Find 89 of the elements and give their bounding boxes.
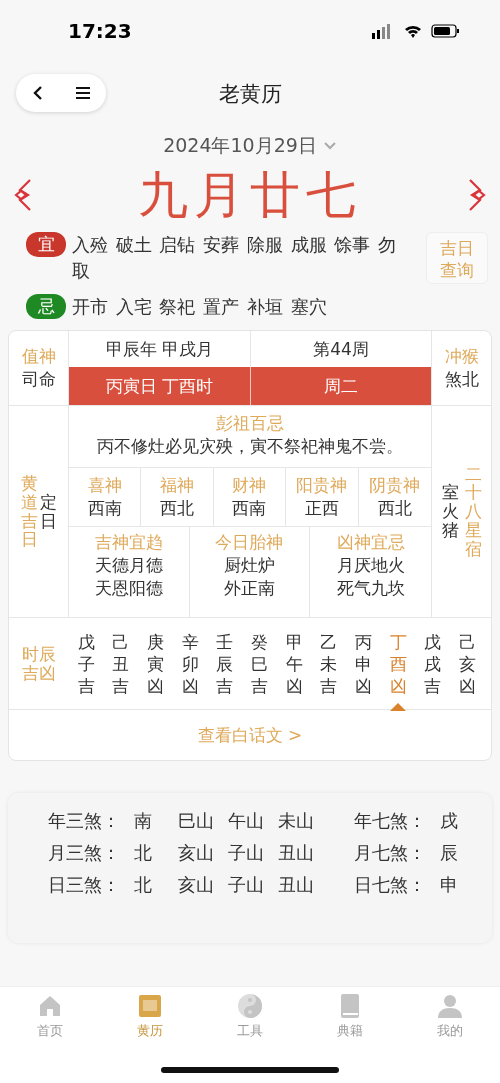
god-direction: 西南 — [87, 497, 122, 520]
box-title: 今日胎神 — [215, 531, 284, 554]
user-icon — [437, 993, 463, 1019]
sha-value: 丑山 — [278, 841, 314, 865]
box-line: 外正南 — [224, 577, 275, 600]
sha-value: 子山 — [228, 841, 264, 865]
menu-icon[interactable] — [76, 87, 90, 99]
sha-value: 丑山 — [278, 873, 314, 897]
seven-sha-label: 日七煞： — [354, 873, 426, 897]
yin-yang-icon — [237, 993, 263, 1019]
hour-column[interactable]: 癸 巳 吉 — [242, 630, 277, 697]
clash-value: 煞北 — [444, 368, 479, 391]
hour-column[interactable]: 己 亥 凶 — [450, 630, 485, 697]
day-hour-cell: 丙寅日 丁酉时 — [69, 367, 250, 405]
sha-value: 未山 — [278, 809, 314, 833]
suitable-activities: 入殓 破土 启钻 安葬 除服 成服 馀事 勿取 — [72, 233, 398, 283]
page-title: 老黄历 — [218, 81, 282, 108]
tab-label: 工具 — [237, 1022, 263, 1040]
hour-column[interactable]: 壬 辰 吉 — [207, 630, 243, 697]
hour-column[interactable]: 乙 未 吉 — [311, 630, 347, 697]
tab-label: 黄历 — [137, 1022, 163, 1040]
tab-label: 典籍 — [337, 1022, 363, 1040]
lunar-date: 九月廿七 — [138, 164, 362, 226]
wifi-icon — [405, 25, 421, 38]
sha-value: 子山 — [228, 873, 264, 897]
calendar-icon — [137, 993, 163, 1019]
seven-sha-value: 辰 — [440, 841, 458, 865]
zhishen-value: 司命 — [21, 368, 56, 391]
sha-value: 北 — [134, 841, 153, 865]
pengzu-text: 丙不修灶必见灾殃，寅不祭祀神鬼不尝。 — [97, 435, 403, 458]
hour-column[interactable]: 戊 戌 吉 — [415, 630, 451, 697]
box-line: 月厌地火 — [336, 554, 405, 577]
tab-label: 首页 — [37, 1022, 63, 1040]
hour-column[interactable]: 己 丑 吉 — [103, 630, 139, 697]
sha-label: 年三煞： — [48, 809, 120, 833]
weekday-cell: 周二 — [250, 367, 431, 405]
avoid-badge: 忌 — [26, 294, 66, 319]
sha-value: 南 — [134, 809, 153, 833]
god-label: 福神 — [160, 474, 195, 497]
zhishen-label: 值神 — [21, 345, 56, 368]
previous-day-icon[interactable] — [14, 178, 34, 212]
mansion-value: 室火猪 — [441, 483, 459, 540]
suitable-badge: 宜 — [26, 232, 66, 257]
box-line: 厨灶炉 — [224, 554, 275, 577]
sha-value: 午山 — [228, 809, 264, 833]
hour-column[interactable]: 戊 子 吉 — [69, 630, 104, 697]
hours-label: 时辰吉凶 — [22, 644, 56, 683]
hour-column[interactable]: 甲 午 凶 — [277, 630, 312, 697]
back-icon[interactable] — [32, 85, 44, 101]
battery-icon — [431, 24, 459, 38]
clash-label: 冲猴 — [444, 345, 479, 368]
box-line: 天德月德 — [94, 554, 163, 577]
god-direction: 西北 — [160, 497, 195, 520]
box-line: 死气九坎 — [336, 577, 405, 600]
seven-sha-label: 月七煞： — [354, 841, 426, 865]
date-picker[interactable]: 2024年10月29日 — [163, 133, 317, 159]
signal-icon — [372, 24, 390, 39]
hour-column[interactable]: 辛 卯 凶 — [173, 630, 208, 697]
god-label: 喜神 — [87, 474, 122, 497]
god-label: 财神 — [232, 474, 267, 497]
sha-value: 亥山 — [178, 873, 214, 897]
god-direction: 西南 — [232, 497, 267, 520]
seven-sha-label: 年七煞： — [354, 809, 426, 833]
huangdao-value: 定日 — [39, 492, 57, 531]
pengzu-title: 彭祖百忌 — [216, 412, 284, 435]
mansion-label: 二十八星宿 — [464, 464, 482, 559]
home-icon — [37, 993, 63, 1019]
box-title: 凶神宜忌 — [336, 531, 405, 554]
box-title: 吉神宜趋 — [94, 531, 163, 554]
sha-value: 巳山 — [178, 809, 214, 833]
tab-label: 我的 — [437, 1022, 463, 1040]
god-label: 阳贵神 — [296, 474, 348, 497]
seven-sha-value: 申 — [440, 873, 458, 897]
god-direction: 正西 — [304, 497, 339, 520]
huangdao-label: 黄道吉日 — [20, 474, 38, 549]
status-time: 17:23 — [68, 19, 132, 43]
sha-label: 月三煞： — [48, 841, 120, 865]
next-day-icon[interactable] — [466, 178, 486, 212]
god-label: 阴贵神 — [369, 474, 421, 497]
hour-column[interactable]: 丙 申 凶 — [346, 630, 381, 697]
seven-sha-value: 戌 — [440, 809, 458, 833]
avoid-activities: 开市 入宅 祭祀 置产 补垣 塞穴 — [72, 295, 327, 319]
box-line: 天恩阳德 — [94, 577, 163, 600]
god-direction: 西北 — [377, 497, 412, 520]
hour-column[interactable]: 庚 寅 凶 — [138, 630, 173, 697]
sha-label: 日三煞： — [48, 873, 120, 897]
selected-indicator-icon — [390, 702, 407, 711]
sha-value: 亥山 — [178, 841, 214, 865]
sha-value: 北 — [134, 873, 153, 897]
